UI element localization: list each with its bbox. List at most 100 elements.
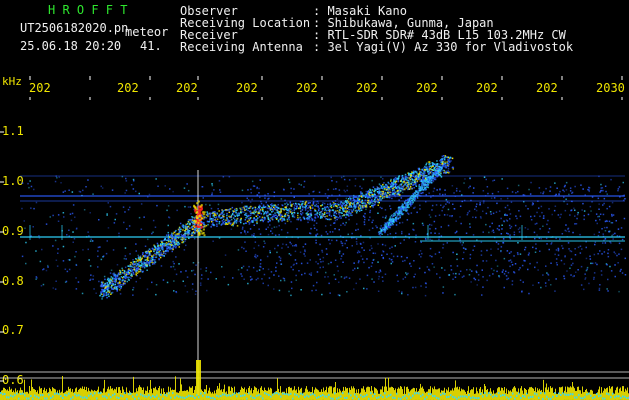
noise-speck xyxy=(85,186,87,188)
noise-speck xyxy=(556,187,558,189)
noise-speck xyxy=(291,210,293,212)
noise-speck xyxy=(308,273,311,275)
trace-speck xyxy=(417,173,420,175)
noise-speck xyxy=(490,197,493,199)
noise-speck xyxy=(340,224,342,226)
level-bar xyxy=(52,387,53,400)
trace-speck xyxy=(393,189,396,192)
trace-speck xyxy=(367,194,369,197)
trace-speck xyxy=(164,253,167,255)
noise-speck xyxy=(468,186,470,189)
noise-speck xyxy=(382,257,385,260)
noise-speck xyxy=(256,255,259,257)
trace-speck xyxy=(256,222,258,225)
trace-speck xyxy=(280,209,282,211)
noise-speck xyxy=(253,185,256,187)
noise-speck xyxy=(363,221,366,223)
noise-speck xyxy=(281,247,283,249)
trace-speck xyxy=(367,199,369,202)
level-bar xyxy=(13,390,14,400)
trace-speck xyxy=(254,208,257,211)
noise-speck xyxy=(356,251,359,254)
trace-speck xyxy=(413,195,415,197)
noise-speck xyxy=(382,216,384,218)
noise-speck xyxy=(308,204,310,207)
noise-speck xyxy=(540,286,542,289)
noise-speck xyxy=(431,255,433,258)
noise-speck xyxy=(424,271,426,274)
trace-speck xyxy=(374,189,377,192)
noise-speck xyxy=(308,193,310,195)
noise-speck xyxy=(436,273,438,275)
noise-speck xyxy=(442,206,444,209)
trace-speck xyxy=(149,264,151,267)
noise-speck xyxy=(269,224,271,226)
trace-speck xyxy=(234,218,236,221)
noise-speck xyxy=(594,243,596,246)
noise-speck xyxy=(390,262,392,265)
trace-speck xyxy=(440,168,443,171)
trace-speck xyxy=(166,247,169,250)
trace-speck xyxy=(382,191,385,193)
noise-speck xyxy=(263,240,265,242)
noise-speck xyxy=(89,265,92,267)
noise-speck xyxy=(435,204,438,206)
trace-speck xyxy=(435,170,437,173)
trace-speck xyxy=(112,283,114,285)
trace-speck xyxy=(409,187,411,190)
noise-speck xyxy=(100,185,102,188)
trace-speck xyxy=(334,200,337,202)
trace-speck xyxy=(270,204,272,206)
noise-speck xyxy=(276,251,278,254)
noise-speck xyxy=(174,268,176,271)
trace-speck xyxy=(157,252,159,254)
noise-speck xyxy=(106,213,108,215)
noise-speck xyxy=(25,241,27,244)
trace-speck xyxy=(404,201,406,203)
noise-speck xyxy=(42,268,44,271)
trace-speck xyxy=(431,162,433,164)
noise-speck xyxy=(510,201,513,203)
noise-speck xyxy=(412,228,414,231)
trace-speck xyxy=(410,172,413,175)
level-bar xyxy=(265,390,266,400)
noise-speck xyxy=(135,243,137,245)
noise-speck xyxy=(366,274,369,277)
noise-speck xyxy=(617,188,620,190)
noise-speck xyxy=(309,259,311,261)
trace-speck xyxy=(330,215,333,217)
noise-speck xyxy=(425,194,427,196)
trace-speck xyxy=(425,176,428,179)
noise-speck xyxy=(278,275,280,277)
trace-speck xyxy=(311,218,313,220)
trace-speck xyxy=(307,218,309,220)
trace-speck xyxy=(411,181,413,183)
noise-speck xyxy=(593,272,596,274)
noise-speck xyxy=(451,185,454,187)
trace-speck xyxy=(203,218,205,220)
trace-speck xyxy=(216,212,218,214)
noise-speck xyxy=(207,278,209,280)
noise-speck xyxy=(185,270,187,272)
noise-speck xyxy=(509,227,512,229)
trace-speck xyxy=(123,272,125,274)
noise-speck xyxy=(617,262,619,264)
noise-speck xyxy=(539,250,541,252)
noise-speck xyxy=(450,269,453,271)
level-bar xyxy=(22,390,23,400)
trace-speck xyxy=(371,192,374,194)
noise-speck xyxy=(325,248,328,250)
trace-speck xyxy=(382,230,384,232)
trace-speck xyxy=(128,265,130,267)
noise-speck xyxy=(364,218,366,221)
noise-speck xyxy=(551,213,553,216)
trace-speck xyxy=(440,176,443,178)
noise-speck xyxy=(539,215,541,218)
trace-speck xyxy=(253,210,256,212)
noise-speck xyxy=(213,189,215,191)
noise-speck xyxy=(260,259,262,261)
noise-speck xyxy=(502,238,505,240)
trace-speck xyxy=(305,212,307,215)
noise-speck xyxy=(135,250,137,252)
noise-speck xyxy=(327,188,329,191)
